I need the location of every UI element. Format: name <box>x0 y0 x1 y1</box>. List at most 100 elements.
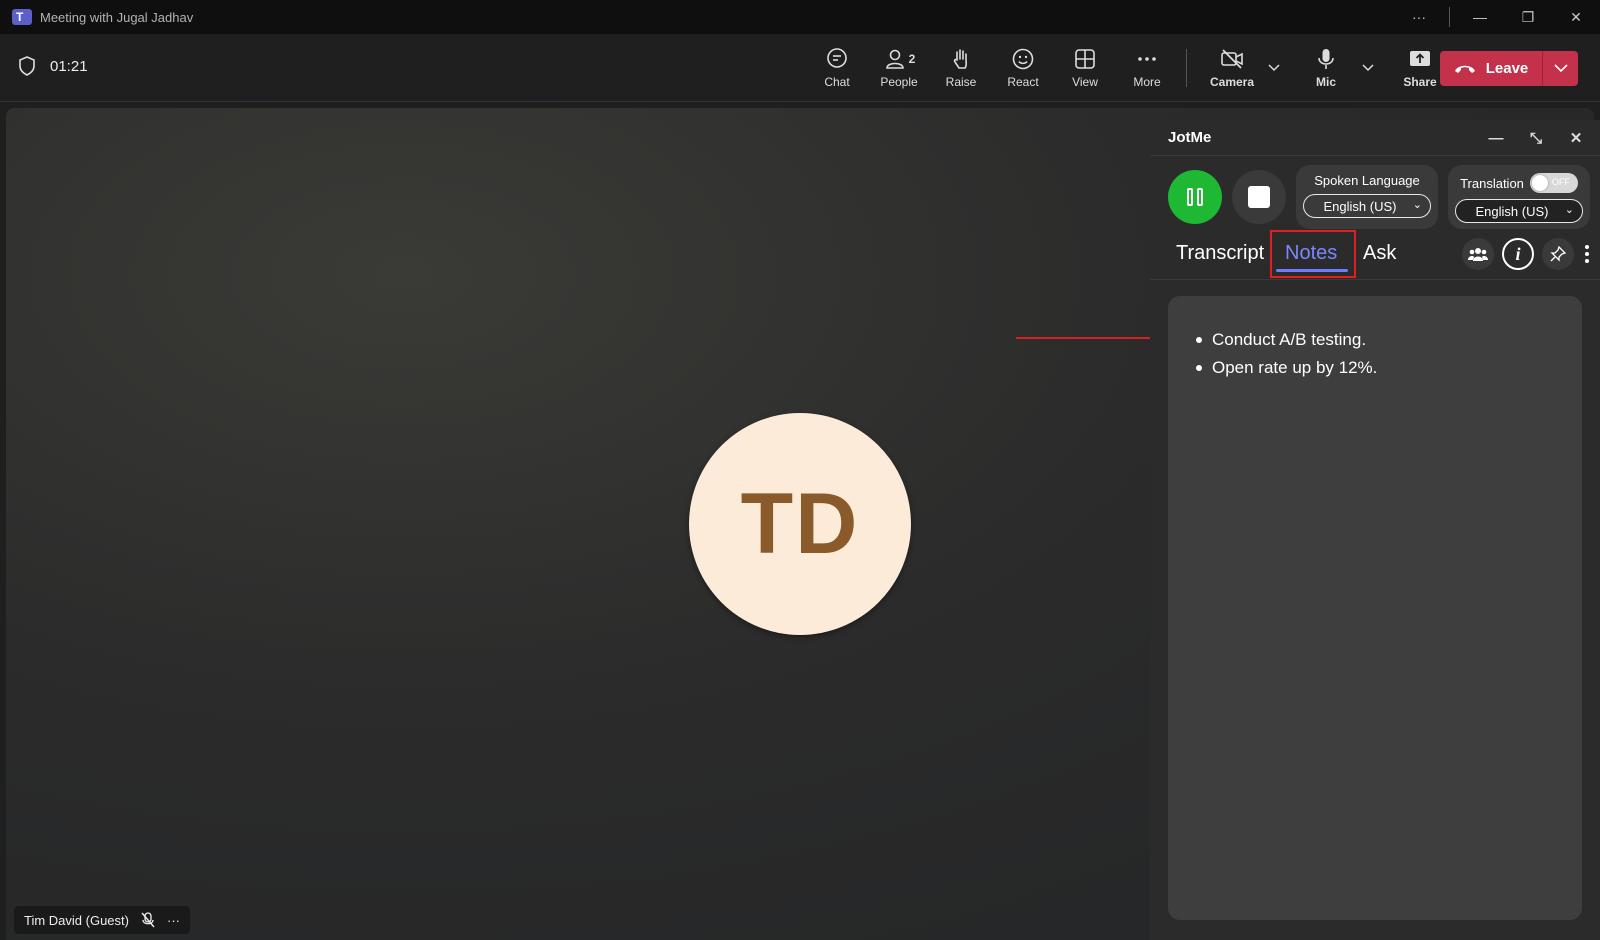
notes-list: Conduct A/B testing. Open rate up by 12%… <box>1194 326 1582 382</box>
minimize-button[interactable]: — <box>1456 0 1504 34</box>
jotme-more-icon[interactable] <box>1582 245 1592 263</box>
translation-language-select[interactable]: English (US) ⌄ <box>1455 199 1583 223</box>
shield-icon <box>19 56 35 76</box>
jotme-expand-icon[interactable]: ⤡ <box>1526 130 1546 147</box>
jotme-header: JotMe — ⤡ ✕ <box>1150 120 1600 156</box>
jotme-tab-actions: i <box>1462 238 1592 270</box>
people-icon <box>885 49 904 69</box>
notes-content[interactable]: Conduct A/B testing. Open rate up by 12%… <box>1168 296 1582 920</box>
react-label: React <box>1007 75 1039 89</box>
pause-recording-button[interactable] <box>1168 170 1222 224</box>
spoken-language-title: Spoken Language <box>1314 173 1420 188</box>
people-count-badge: 2 <box>908 52 916 66</box>
participant-more-icon[interactable]: ··· <box>167 913 180 928</box>
mic-muted-icon <box>141 912 155 928</box>
restore-button[interactable]: ❐ <box>1504 0 1552 34</box>
jotme-tabs: Transcript Notes Ask i <box>1150 230 1600 280</box>
info-icon: i <box>1515 243 1521 264</box>
more-button[interactable]: More <box>1116 40 1178 96</box>
raise-hand-icon <box>953 49 968 69</box>
camera-button[interactable]: Camera <box>1201 40 1263 96</box>
toggle-knob <box>1531 175 1548 191</box>
leave-options-dropdown[interactable] <box>1542 51 1578 86</box>
stop-recording-button[interactable] <box>1232 170 1286 224</box>
translation-header: Translation OFF <box>1460 173 1578 193</box>
meeting-toolbar: 01:21 Chat 2 People Raise React View Mor… <box>0 34 1600 102</box>
mic-label: Mic <box>1315 75 1336 89</box>
chevron-down-icon: ⌄ <box>1412 199 1422 211</box>
view-icon <box>1075 49 1095 69</box>
meeting-controls: Chat 2 People Raise React View More Came… <box>806 40 1451 96</box>
raise-hand-button[interactable]: Raise <box>930 40 992 96</box>
participants-button[interactable] <box>1462 238 1494 270</box>
view-button[interactable]: View <box>1054 40 1116 96</box>
mic-icon <box>1318 49 1334 69</box>
toolbar-divider <box>1186 49 1187 87</box>
translation-title: Translation <box>1460 175 1524 191</box>
translation-box: Translation OFF English (US) ⌄ <box>1448 165 1590 229</box>
pause-bar-icon <box>1187 188 1193 206</box>
share-icon <box>1410 51 1430 66</box>
leave-button[interactable]: Leave <box>1440 51 1542 86</box>
group-icon <box>1468 248 1488 261</box>
camera-off-icon <box>1221 49 1243 69</box>
view-label: View <box>1072 75 1098 89</box>
toggle-state: OFF <box>1551 177 1570 187</box>
notes-tab-highlight-box <box>1270 230 1356 278</box>
participant-name: Tim David (Guest) <box>24 912 129 928</box>
people-button[interactable]: 2 People <box>868 40 930 96</box>
chat-label: Chat <box>824 75 850 89</box>
timer-text: 01:21 <box>50 57 88 75</box>
pause-bar-icon <box>1197 188 1203 206</box>
leave-control: Leave <box>1440 51 1578 86</box>
jotme-close-icon[interactable]: ✕ <box>1566 129 1586 147</box>
leave-label: Leave <box>1485 60 1529 77</box>
participant-name-tag: Tim David (Guest) ··· <box>14 906 190 934</box>
stop-square-icon <box>1248 186 1270 208</box>
chevron-down-icon: ⌄ <box>1564 204 1574 216</box>
jotme-title: JotMe <box>1168 129 1212 146</box>
camera-label: Camera <box>1209 75 1255 89</box>
meeting-timer: 01:21 <box>18 56 88 76</box>
chat-button[interactable]: Chat <box>806 40 868 96</box>
chevron-down-icon <box>1553 64 1568 73</box>
jotme-window-controls: — ⤡ ✕ <box>1486 120 1586 156</box>
spoken-language-value: English (US) <box>1323 198 1397 214</box>
window-title: Meeting with Jugal Jadhav <box>40 9 194 25</box>
teams-logo-icon <box>12 9 32 25</box>
tab-ask[interactable]: Ask <box>1363 242 1396 265</box>
translation-toggle[interactable]: OFF <box>1529 173 1578 193</box>
window-titlebar: Meeting with Jugal Jadhav ··· — ❐ ✕ <box>0 0 1600 34</box>
chevron-down-icon <box>1268 64 1280 72</box>
more-icon <box>1138 57 1156 61</box>
window-controls-divider <box>1449 7 1450 27</box>
note-item: Conduct A/B testing. <box>1194 326 1582 354</box>
more-label: More <box>1133 75 1161 89</box>
window-more-icon[interactable]: ··· <box>1395 0 1443 34</box>
pin-button[interactable] <box>1542 238 1574 270</box>
share-label: Share <box>1403 75 1437 89</box>
jotme-controls: Spoken Language English (US) ⌄ Translati… <box>1168 165 1590 229</box>
spoken-language-select[interactable]: English (US) ⌄ <box>1303 194 1431 218</box>
jotme-panel: JotMe — ⤡ ✕ Spoken Language English (US)… <box>1150 120 1600 940</box>
chevron-down-icon <box>1362 64 1374 72</box>
mic-button[interactable]: Mic <box>1295 40 1357 96</box>
people-label: People <box>880 75 918 89</box>
pin-icon <box>1550 246 1566 262</box>
tab-transcript[interactable]: Transcript <box>1176 242 1264 265</box>
close-window-button[interactable]: ✕ <box>1552 0 1600 34</box>
hang-up-phone-icon <box>1454 65 1475 73</box>
raise-label: Raise <box>945 75 977 89</box>
note-item: Open rate up by 12%. <box>1194 354 1582 382</box>
window-controls: ··· — ❐ ✕ <box>1395 0 1600 34</box>
react-button[interactable]: React <box>992 40 1054 96</box>
jotme-minimize-icon[interactable]: — <box>1486 130 1506 147</box>
camera-options-dropdown[interactable] <box>1263 40 1285 96</box>
spoken-language-box: Spoken Language English (US) ⌄ <box>1296 165 1438 229</box>
info-button[interactable]: i <box>1502 238 1534 270</box>
translation-language-value: English (US) <box>1475 203 1549 219</box>
react-icon <box>1012 48 1034 70</box>
chat-icon <box>827 48 847 68</box>
mic-options-dropdown[interactable] <box>1357 40 1379 96</box>
participant-avatar: TD <box>689 413 911 635</box>
